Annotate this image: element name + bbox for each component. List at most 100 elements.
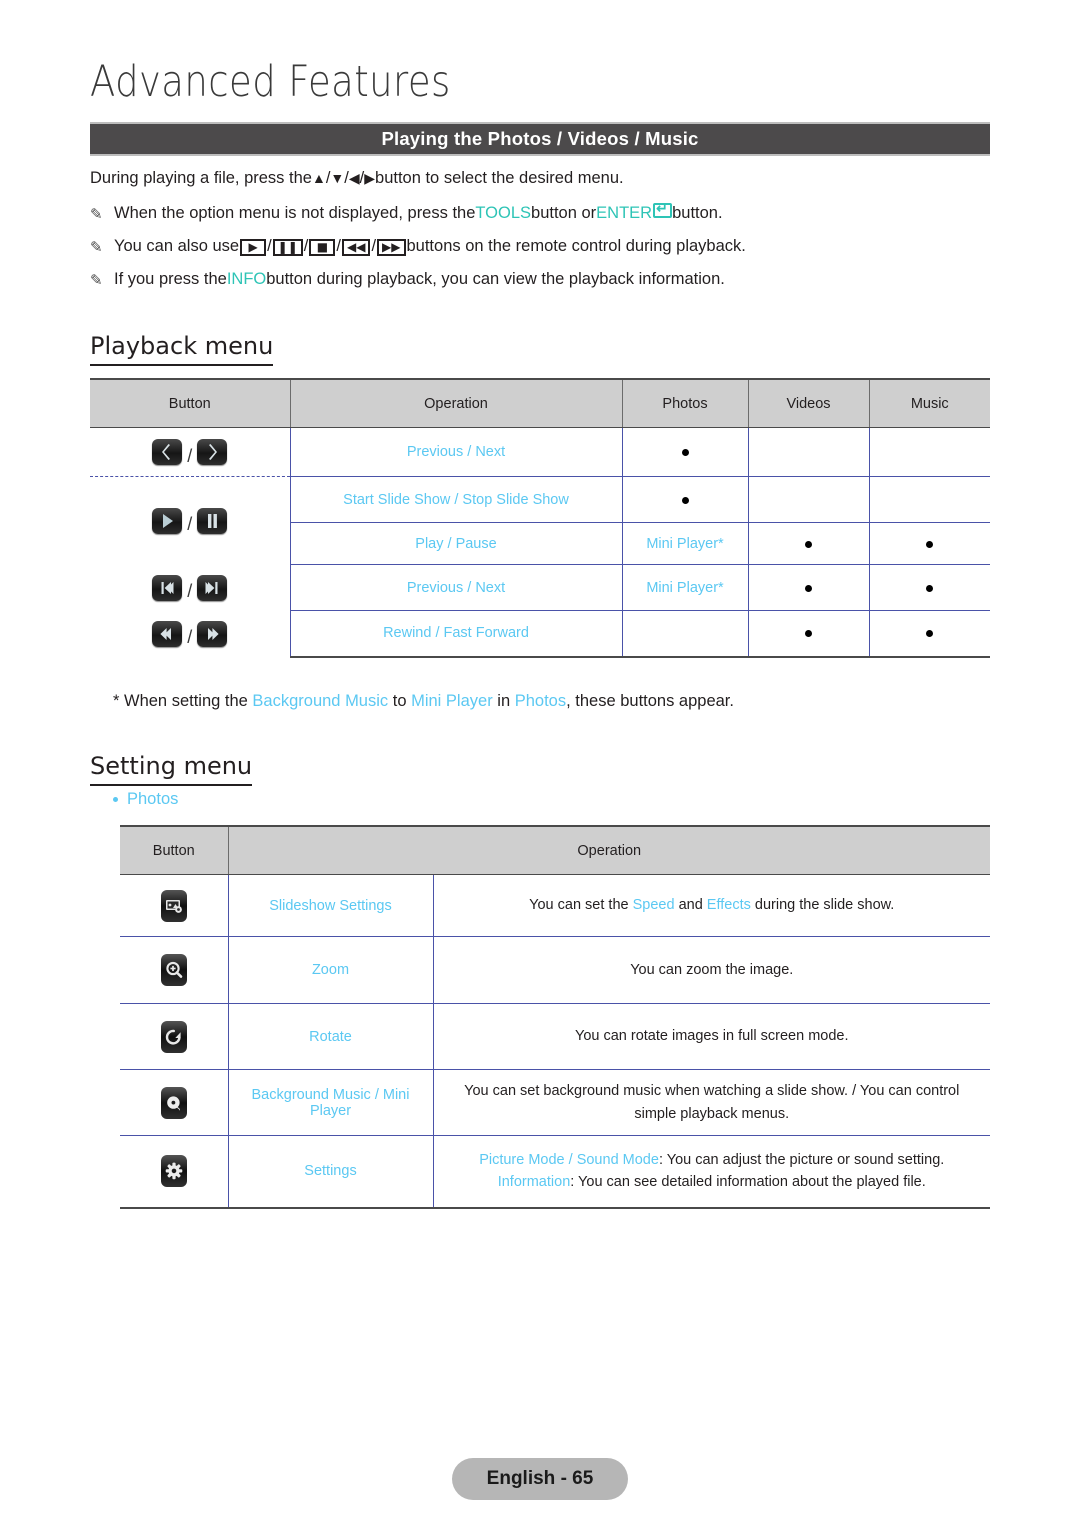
playback-menu-heading: Playback menu — [90, 332, 274, 366]
desc-keyword-information: Information — [497, 1174, 571, 1191]
column-header-music: Music — [868, 378, 990, 428]
separator-slash: / — [187, 581, 193, 601]
table-row: Slideshow Settings You can set the Speed… — [120, 874, 990, 937]
bullet-dot-icon — [926, 630, 934, 638]
operation-desc-cell: You can rotate images in full screen mod… — [432, 1003, 990, 1070]
icon-cell — [120, 1003, 229, 1070]
button-cell-skip: / — [90, 564, 291, 611]
section-header-bar: Playing the Photos / Videos / Music — [90, 122, 990, 156]
table-row: Rotate You can rotate images in full scr… — [120, 1003, 990, 1070]
button-cell-chevrons: / — [90, 427, 291, 477]
operation-desc-cell: You can zoom the image. — [432, 936, 990, 1004]
pencil-note-icon: ✎ — [90, 205, 103, 223]
intro-line-1-prefix: During playing a file, press the — [90, 169, 312, 187]
music-cell — [868, 610, 990, 658]
column-header-button: Button — [90, 378, 291, 428]
operation-cell: Previous / Next — [289, 564, 623, 611]
rewind-icon — [152, 620, 183, 647]
pause-icon — [197, 507, 228, 534]
operation-name-cell: Background Music / Mini Player — [227, 1069, 434, 1136]
operation-desc-cell: Picture Mode / Sound Mode: You can adjus… — [432, 1135, 990, 1209]
bullet-dot-icon — [113, 797, 118, 802]
fastforward-key-icon: ▶▶ — [377, 238, 406, 256]
desc-text-part: : You can see detailed information about… — [570, 1174, 926, 1191]
music-cell — [868, 564, 990, 611]
enter-return-icon — [653, 201, 673, 218]
photos-cell — [621, 476, 749, 523]
page-footer-badge: English - 65 — [452, 1458, 628, 1500]
bullet-dot-icon — [805, 540, 812, 548]
operation-cell: Play / Pause — [289, 522, 623, 565]
icon-cell — [120, 874, 229, 937]
intro-line-2-suffix: button. — [672, 203, 723, 222]
desc-keyword-picture-sound-mode: Picture Mode / Sound Mode — [479, 1151, 659, 1168]
table-row: Settings Picture Mode / Sound Mode: You … — [120, 1135, 990, 1209]
footnote-background-music: Background Music — [252, 692, 389, 710]
videos-cell — [747, 427, 870, 477]
operation-desc-cell: You can set background music when watchi… — [432, 1069, 990, 1136]
stop-key-icon: ■ — [309, 238, 336, 256]
play-key-icon: ▶ — [240, 238, 267, 256]
pause-key-icon: ❚❚ — [272, 238, 303, 256]
operation-name-cell: Zoom — [227, 936, 434, 1004]
intro-line-4-suffix: button during playback, you can view the… — [266, 270, 725, 289]
footnote-photos: Photos — [514, 692, 567, 710]
play-icon — [152, 507, 183, 534]
table-header-row: Button Operation — [120, 825, 990, 875]
table-row: / Rewind / Fast Forward — [90, 610, 990, 658]
separator-slash: / — [187, 445, 193, 466]
table-row: / Start Slide Show / Stop Slide Show — [90, 476, 990, 565]
table-row: / Previous / Next — [90, 427, 990, 477]
column-header-operation: Operation — [289, 378, 623, 428]
videos-cell — [747, 476, 870, 523]
column-header-operation: Operation — [227, 825, 990, 875]
icon-cell — [120, 1135, 229, 1209]
music-cell — [868, 427, 990, 477]
separator-slash: / — [187, 627, 193, 647]
button-cell-play-pause: / — [90, 476, 291, 565]
column-header-photos: Photos — [621, 378, 749, 428]
background-music-icon — [160, 1086, 187, 1119]
operation-cell: Previous / Next — [289, 427, 623, 477]
operation-desc-cell: You can set the Speed and Effects during… — [432, 874, 990, 937]
column-header-button: Button — [120, 825, 229, 875]
info-keyword: INFO — [226, 270, 267, 289]
table-header-row: Button Operation Photos Videos Music — [90, 378, 990, 428]
operation-cell: Rewind / Fast Forward — [289, 610, 623, 658]
setting-menu-table: Button Operation Slideshow Settings You … — [120, 825, 990, 1209]
bullet-dot-icon — [805, 584, 812, 592]
section-header-title: Playing the Photos / Videos / Music — [381, 128, 699, 149]
skip-back-icon — [152, 574, 183, 601]
playback-menu-table: Button Operation Photos Videos Music / P… — [90, 378, 990, 658]
bullet-dot-icon — [926, 584, 934, 592]
intro-line-4: ✎ If you press the INFO button during pla… — [90, 270, 1000, 289]
photos-cell: Mini Player* — [621, 522, 749, 565]
button-cell-rewind-ff: / — [90, 610, 291, 657]
intro-line-3-suffix: buttons on the remote control during pla… — [406, 236, 746, 255]
page-footer-label: English - 65 — [486, 1468, 594, 1489]
videos-cell — [747, 522, 870, 565]
document-page: Advanced Features Playing the Photos / V… — [0, 0, 1080, 1534]
intro-line-2-middle: button or — [531, 203, 597, 222]
playback-table-footnote: * When setting the Background Music to M… — [113, 692, 734, 711]
page-title: Advanced Features — [90, 57, 451, 107]
bullet-dot-icon — [805, 630, 812, 638]
desc-text-part: during the slide show. — [750, 897, 895, 914]
chevron-right-icon — [197, 439, 228, 465]
footnote-prefix: * When setting the — [113, 692, 253, 710]
column-header-videos: Videos — [747, 378, 870, 428]
bullet-dot-icon — [926, 540, 934, 548]
music-cell — [868, 522, 990, 565]
operation-name-cell: Slideshow Settings — [227, 874, 434, 937]
desc-keyword-effects: Effects — [706, 897, 751, 914]
music-cell — [868, 476, 990, 523]
direction-arrows-icon: ▲/▼/◀/▶ — [311, 169, 376, 187]
pencil-note-icon: ✎ — [90, 238, 103, 256]
bullet-dot-icon — [681, 496, 689, 504]
desc-text-part: : You can adjust the picture or sound se… — [658, 1151, 945, 1168]
videos-cell — [747, 564, 870, 611]
intro-line-3: ✎ You can also use ▶ / ❚❚ / ■ / ◀◀ / ▶▶ buttons o… — [90, 236, 746, 256]
icon-cell — [120, 936, 229, 1004]
photos-cell — [621, 610, 749, 658]
table-row: Zoom You can zoom the image. — [120, 936, 990, 1004]
